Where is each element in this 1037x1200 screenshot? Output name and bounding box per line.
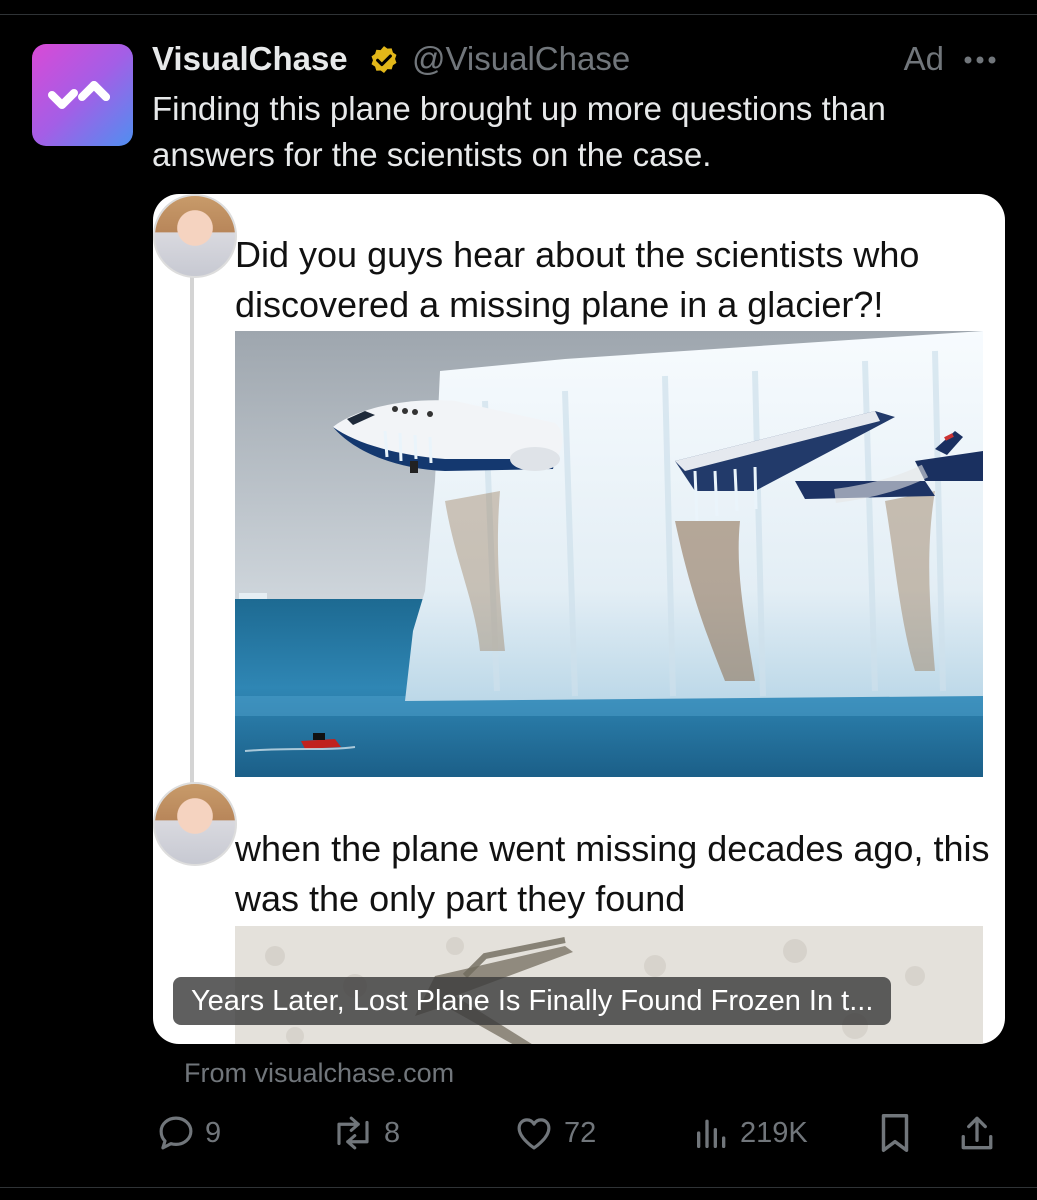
poster-avatar — [153, 194, 237, 278]
views-count: 219K — [740, 1116, 808, 1149]
author-avatar[interactable] — [32, 44, 133, 146]
card-post-text-1: Did you guys hear about the scientists w… — [235, 234, 920, 325]
verified-badge-icon — [371, 46, 397, 74]
views-icon — [697, 1119, 726, 1148]
reply-button[interactable]: 9 — [155, 1108, 221, 1158]
like-button[interactable]: 72 — [512, 1108, 596, 1158]
thread-line — [190, 274, 194, 794]
ad-label: Ad — [903, 40, 944, 77]
bottom-divider — [0, 1187, 1037, 1188]
tweet-header: VisualChase @VisualChase Ad — [152, 38, 1012, 82]
link-card[interactable]: Did you guys hear about the scientists w… — [153, 194, 1005, 1044]
visualchase-logo-icon — [47, 81, 110, 109]
card-source[interactable]: From visualchase.com — [184, 1058, 454, 1089]
card-caption: Years Later, Lost Plane Is Finally Found… — [173, 977, 892, 1025]
like-icon — [517, 1118, 551, 1150]
author-handle[interactable]: @VisualChase — [412, 40, 630, 78]
poster-avatar-2 — [153, 782, 237, 866]
bookmark-icon[interactable] — [875, 1110, 915, 1156]
action-bar: 9 8 72 219K — [150, 1108, 1010, 1158]
repost-count: 8 — [384, 1116, 401, 1149]
reply-icon — [159, 1116, 193, 1150]
like-count: 72 — [564, 1116, 597, 1149]
reply-count: 9 — [205, 1116, 222, 1149]
top-divider — [0, 14, 1037, 15]
views-button[interactable]: 219K — [692, 1108, 808, 1158]
more-icon[interactable] — [960, 40, 1000, 78]
repost-icon — [337, 1116, 369, 1150]
glacier-plane-image — [235, 331, 983, 777]
card-post-text-2: when the plane went missing decades ago,… — [235, 828, 990, 919]
share-icon[interactable] — [955, 1110, 999, 1156]
repost-button[interactable]: 8 — [330, 1108, 400, 1158]
author-name[interactable]: VisualChase — [152, 40, 348, 78]
tweet-text: Finding this plane brought up more quest… — [152, 90, 886, 173]
